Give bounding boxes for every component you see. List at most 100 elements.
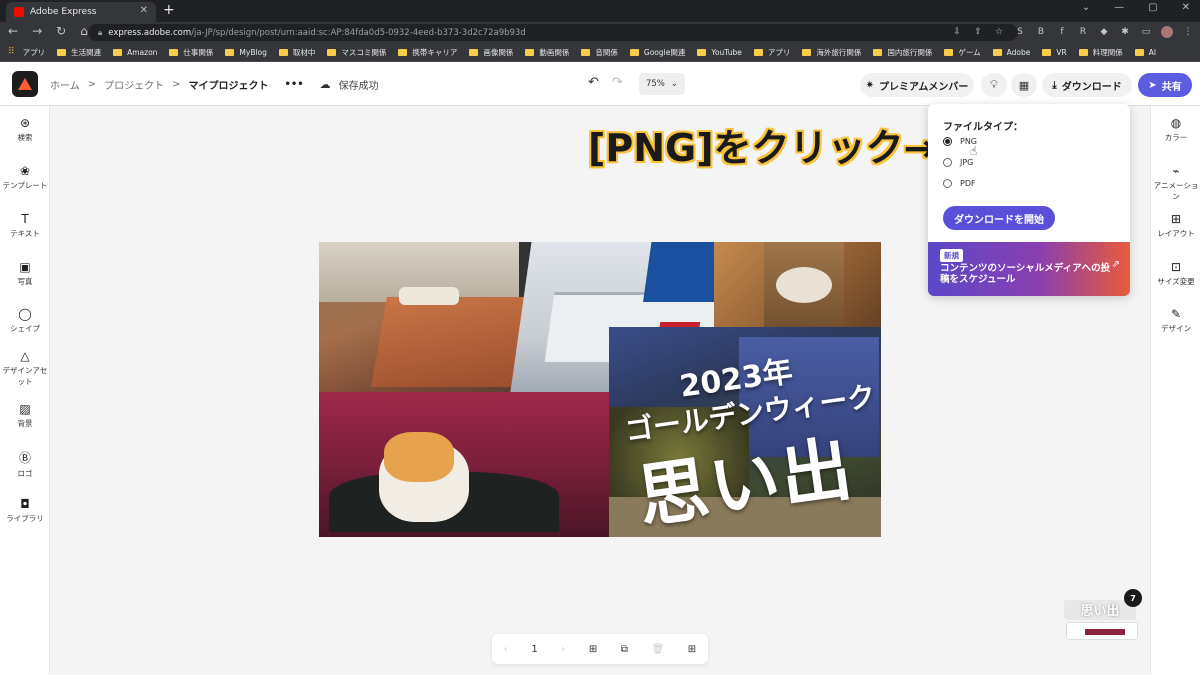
hotel-room-photo[interactable] bbox=[319, 242, 527, 417]
chevron-right-icon: > bbox=[172, 79, 181, 90]
reload-icon[interactable]: ↻ bbox=[56, 24, 66, 38]
rail-item-background[interactable]: ▨ 背景 bbox=[0, 402, 50, 429]
start-download-button[interactable]: ダウンロードを開始 bbox=[943, 206, 1055, 230]
share-page-icon[interactable]: ⇪ bbox=[972, 26, 984, 38]
forward-icon[interactable]: → bbox=[32, 24, 42, 38]
bookmark-item[interactable]: 動画関係 bbox=[525, 47, 569, 58]
undo-icon[interactable]: ↶ bbox=[588, 75, 599, 90]
bookmark-item[interactable]: ゲーム bbox=[944, 47, 981, 58]
grid-view-icon[interactable]: ⊞ bbox=[688, 644, 696, 655]
profile-avatar[interactable] bbox=[1161, 26, 1173, 38]
address-bar[interactable]: 🔒︎ express.adobe.com /ja-JP/sp/design/po… bbox=[88, 24, 1018, 41]
rail-item-logo[interactable]: Ⓑ ロゴ bbox=[0, 449, 50, 479]
rail-item-shape[interactable]: ◯ シェイプ bbox=[0, 307, 50, 334]
install-icon[interactable]: ⇩ bbox=[951, 26, 963, 38]
page-count-badge: 7 bbox=[1124, 589, 1142, 607]
menu-kebab-icon[interactable]: ⋮ bbox=[1182, 26, 1194, 38]
breadcrumb-current[interactable]: マイプロジェクト bbox=[188, 77, 268, 92]
extension-b-icon[interactable]: B bbox=[1035, 26, 1047, 38]
adobe-favicon-icon bbox=[14, 7, 24, 17]
save-status: 保存成功 bbox=[338, 81, 379, 92]
bookmark-item[interactable]: 取材中 bbox=[278, 47, 316, 58]
radio-jpg[interactable]: JPG bbox=[943, 158, 973, 167]
bookmark-label: 取材中 bbox=[292, 47, 316, 57]
bookmark-item[interactable]: アプリ bbox=[23, 47, 46, 58]
rail-item-search[interactable]: ⊛ 検索 bbox=[0, 116, 50, 143]
bookmark-star-icon[interactable]: ☆ bbox=[993, 26, 1005, 38]
bookmark-item[interactable]: Amazon bbox=[113, 48, 157, 57]
bookmark-item[interactable]: MyBlog bbox=[225, 48, 267, 57]
share-button[interactable]: ➤ 共有 bbox=[1138, 73, 1192, 97]
maximize-icon[interactable]: ▢ bbox=[1148, 2, 1157, 13]
zoom-select[interactable]: 75% ⌄ bbox=[639, 73, 685, 95]
bookmark-item[interactable]: 国内旅行関係 bbox=[873, 47, 932, 58]
bookmark-item[interactable]: YouTube bbox=[697, 48, 742, 57]
rail-label: ライブラリ bbox=[6, 514, 44, 523]
bookmark-item[interactable]: Adobe bbox=[992, 47, 1031, 57]
close-window-icon[interactable]: ✕ bbox=[1182, 2, 1190, 13]
premium-label: プレミアムメンバー bbox=[879, 81, 969, 93]
bookmark-item[interactable]: Google関連 bbox=[629, 47, 685, 58]
next-page-icon[interactable]: › bbox=[561, 644, 565, 655]
download-button[interactable]: ⤓ ダウンロード bbox=[1042, 73, 1132, 97]
premium-member-button[interactable]: ✷ プレミアムメンバー bbox=[860, 73, 974, 97]
rail-item-resize[interactable]: ⊡ サイズ変更 bbox=[1151, 260, 1200, 287]
bookmark-label: 海外旅行関係 bbox=[816, 47, 862, 57]
lightbulb-button[interactable]: 💡︎ bbox=[981, 73, 1007, 97]
delete-page-icon[interactable]: 🗑︎ bbox=[652, 644, 665, 655]
breadcrumb-home[interactable]: ホーム bbox=[50, 77, 80, 92]
bookmark-item[interactable]: 仕事関係 bbox=[169, 47, 213, 58]
duplicate-page-icon[interactable]: ⧉ bbox=[621, 644, 628, 655]
design-canvas[interactable]: 2023年 ゴールデンウィーク 思い出 bbox=[319, 242, 881, 537]
close-tab-icon[interactable]: ✕ bbox=[140, 5, 148, 16]
bookmark-item[interactable]: 料理関係 bbox=[1078, 47, 1123, 58]
radio-pdf[interactable]: PDF bbox=[943, 179, 976, 188]
apps-grid-icon[interactable]: ⠿ bbox=[8, 47, 15, 57]
extension-yellow-icon[interactable]: ◆ bbox=[1098, 26, 1110, 38]
app-header: ホーム > プロジェクト > マイプロジェクト ••• ☁︎ 保存成功 ↶ ↷ … bbox=[0, 62, 1200, 106]
extensions-puzzle-icon[interactable]: ✱ bbox=[1119, 26, 1131, 38]
adobe-express-logo[interactable] bbox=[12, 71, 38, 97]
rail-item-templates[interactable]: ❀ テンプレート bbox=[0, 164, 50, 191]
side-panel-icon[interactable]: ▭ bbox=[1140, 26, 1152, 38]
back-icon[interactable]: ← bbox=[8, 24, 18, 38]
redo-icon[interactable]: ↷ bbox=[612, 75, 623, 90]
rail-item-text[interactable]: T テキスト bbox=[0, 212, 50, 239]
bookmark-item[interactable]: 音関係 bbox=[581, 47, 618, 58]
breadcrumb-projects[interactable]: プロジェクト bbox=[104, 77, 164, 92]
rail-item-library[interactable]: ◘ ライブラリ bbox=[0, 497, 50, 524]
bookmark-item[interactable]: 生活関連 bbox=[57, 47, 101, 58]
tab-search-icon[interactable]: ⌄ bbox=[1082, 2, 1090, 13]
schedule-promo-banner[interactable]: 新規 コンテンツのソーシャルメディアへの投稿をスケジュール ⇗ bbox=[928, 242, 1130, 296]
browser-tab[interactable]: Adobe Express ✕ bbox=[6, 2, 156, 22]
rail-item-color[interactable]: ◍ カラー bbox=[1151, 116, 1200, 143]
bookmark-item[interactable]: VR bbox=[1042, 48, 1067, 57]
extension-s-icon[interactable]: S bbox=[1014, 26, 1026, 38]
rail-item-photo[interactable]: ▣ 写真 bbox=[0, 260, 50, 287]
bookmark-item[interactable]: AI bbox=[1134, 48, 1156, 57]
add-page-icon[interactable]: ⊞ bbox=[589, 644, 597, 655]
minimize-icon[interactable]: — bbox=[1114, 2, 1124, 13]
photo-detail bbox=[399, 287, 459, 305]
bookmark-label: Adobe bbox=[1006, 47, 1031, 57]
rail-label: テンプレート bbox=[2, 181, 48, 190]
new-tab-button[interactable]: + bbox=[163, 2, 175, 18]
bookmark-item[interactable]: マスコミ関係 bbox=[327, 47, 386, 58]
extension-r-icon[interactable]: R bbox=[1077, 26, 1089, 38]
bookmark-item[interactable]: 携帯キャリア bbox=[398, 47, 457, 58]
bookmark-item[interactable]: アプリ bbox=[753, 47, 791, 58]
schedule-button[interactable]: ▦ bbox=[1011, 73, 1037, 97]
bookmark-label: アプリ bbox=[767, 47, 791, 57]
extension-f-icon[interactable]: f bbox=[1056, 26, 1068, 38]
rail-item-design[interactable]: ✎ デザイン bbox=[1151, 307, 1200, 334]
prev-page-icon[interactable]: ‹ bbox=[504, 644, 508, 655]
rail-item-layout[interactable]: ⊞ レイアウト bbox=[1151, 212, 1200, 239]
bookmark-item[interactable]: 海外旅行関係 bbox=[802, 47, 861, 58]
bookmark-item[interactable]: 画像関係 bbox=[469, 47, 513, 58]
sushi-photo[interactable] bbox=[319, 392, 629, 537]
rail-item-animation[interactable]: ⌁ アニメーション bbox=[1151, 164, 1200, 202]
more-options-icon[interactable]: ••• bbox=[284, 79, 303, 90]
design-assets-icon: △ bbox=[20, 349, 30, 363]
rail-item-design-assets[interactable]: △ デザインアセット bbox=[0, 349, 50, 387]
home-icon[interactable]: ⌂ bbox=[80, 24, 88, 38]
